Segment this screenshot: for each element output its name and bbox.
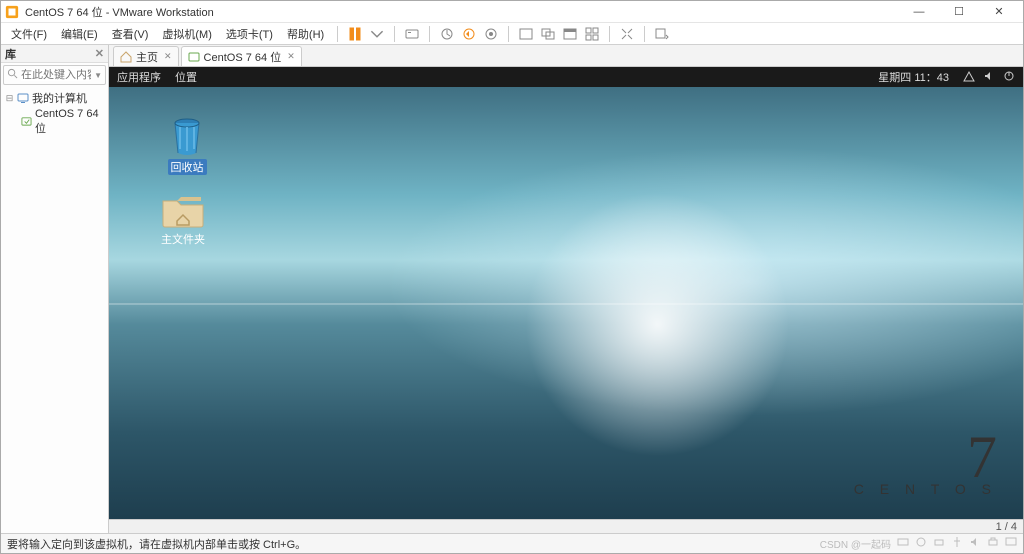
tab-vm-label: CentOS 7 64 位	[204, 49, 282, 65]
status-hint: 要将输入定向到该虚拟机，请在虚拟机内部单击或按 Ctrl+G。	[7, 536, 306, 552]
snapshot-button[interactable]	[437, 24, 457, 44]
desktop-trash[interactable]: 回收站	[155, 117, 219, 175]
volume-icon[interactable]	[983, 70, 995, 85]
bottom-scrollbar[interactable]: 1 / 4	[109, 519, 1023, 533]
sidebar-search[interactable]: ▼	[3, 65, 106, 85]
tree-child-label: CentOS 7 64 位	[35, 108, 106, 136]
watermark: CSDN @一起码	[820, 536, 891, 551]
main-area: 主页 ✕ CentOS 7 64 位 ✕ 应用程序 位置 星期四 11：43	[109, 45, 1023, 533]
status-bar: 要将输入定向到该虚拟机，请在虚拟机内部单击或按 Ctrl+G。 CSDN @一起…	[1, 533, 1023, 553]
vm-tab-icon	[188, 51, 200, 63]
library-dropdown-button[interactable]	[652, 24, 672, 44]
search-dropdown-icon[interactable]: ▼	[94, 71, 102, 80]
fullscreen-button[interactable]	[516, 24, 536, 44]
power-dropdown[interactable]	[367, 24, 387, 44]
centos-branding: 7 C E N T O S	[854, 433, 997, 497]
status-net-icon[interactable]	[933, 536, 945, 551]
sidebar-title: 库	[5, 46, 16, 62]
status-sound-icon[interactable]	[969, 536, 981, 551]
stretch-button[interactable]	[617, 24, 637, 44]
library-sidebar: 库 ✕ ▼ ⊟ 我的计算机 CentOS 7 64 位	[1, 45, 109, 533]
trash-icon	[170, 117, 204, 157]
minimize-button[interactable]: ―	[899, 2, 939, 22]
sidebar-header: 库 ✕	[1, 45, 108, 63]
home-folder-label: 主文件夹	[161, 231, 205, 247]
tab-vm[interactable]: CentOS 7 64 位 ✕	[181, 46, 302, 66]
menu-view[interactable]: 查看(V)	[106, 24, 155, 44]
snapshot-revert-button[interactable]	[459, 24, 479, 44]
status-cd-icon[interactable]	[915, 536, 927, 551]
menu-help[interactable]: 帮助(H)	[281, 24, 330, 44]
vmware-window: CentOS 7 64 位 - VMware Workstation ― ☐ ✕…	[0, 0, 1024, 554]
brand-number: 7	[854, 433, 997, 481]
gnome-top-bar: 应用程序 位置 星期四 11：43	[109, 67, 1023, 87]
page-indicator: 1 / 4	[996, 521, 1017, 533]
status-printer-icon[interactable]	[987, 536, 999, 551]
body: 库 ✕ ▼ ⊟ 我的计算机 CentOS 7 64 位 主页 ✕ CentOS …	[1, 45, 1023, 533]
power-icon[interactable]	[1003, 70, 1015, 85]
status-usb-icon[interactable]	[951, 536, 963, 551]
tree-collapse-icon[interactable]: ⊟	[5, 93, 14, 104]
title-bar: CentOS 7 64 位 - VMware Workstation ― ☐ ✕	[1, 1, 1023, 23]
console-view-button[interactable]	[560, 24, 580, 44]
vm-icon	[21, 116, 32, 128]
tree-root-label: 我的计算机	[32, 90, 87, 106]
status-display-icon[interactable]	[1005, 536, 1017, 551]
desktop-home-folder[interactable]: 主文件夹	[151, 193, 215, 247]
vm-console[interactable]: 应用程序 位置 星期四 11：43 回收站	[109, 67, 1023, 519]
vmware-icon	[5, 5, 19, 19]
tab-vm-close-icon[interactable]: ✕	[287, 51, 295, 62]
snapshot-manager-button[interactable]	[481, 24, 501, 44]
status-device-icons: CSDN @一起码	[820, 536, 1017, 551]
search-icon	[7, 68, 18, 82]
tree-my-computer[interactable]: ⊟ 我的计算机	[3, 89, 106, 107]
trash-label: 回收站	[168, 159, 207, 175]
menu-tabs[interactable]: 选项卡(T)	[220, 24, 279, 44]
send-ctrl-alt-del-button[interactable]	[402, 24, 422, 44]
menu-bar: 文件(F) 编辑(E) 查看(V) 虚拟机(M) 选项卡(T) 帮助(H)	[1, 23, 1023, 45]
pause-button[interactable]	[345, 24, 365, 44]
menu-edit[interactable]: 编辑(E)	[55, 24, 104, 44]
tree-vm-centos[interactable]: CentOS 7 64 位	[3, 107, 106, 137]
search-input[interactable]	[21, 69, 91, 81]
computer-icon	[17, 92, 29, 104]
gnome-tray	[963, 70, 1015, 85]
centos-desktop[interactable]: 回收站 主文件夹 7 C E N T O S	[109, 87, 1023, 519]
brand-word: C E N T O S	[854, 481, 997, 497]
library-tree: ⊟ 我的计算机 CentOS 7 64 位	[1, 87, 108, 533]
menu-file[interactable]: 文件(F)	[5, 24, 53, 44]
gnome-places[interactable]: 位置	[175, 69, 197, 85]
home-icon	[120, 51, 132, 63]
tab-home-close-icon[interactable]: ✕	[164, 51, 172, 62]
sidebar-close-icon[interactable]: ✕	[95, 47, 104, 60]
status-hdd-icon[interactable]	[897, 536, 909, 551]
network-icon[interactable]	[963, 70, 975, 85]
folder-icon	[161, 193, 205, 229]
window-title: CentOS 7 64 位 - VMware Workstation	[25, 4, 214, 20]
gnome-clock[interactable]: 星期四 11：43	[878, 69, 949, 85]
tab-home[interactable]: 主页 ✕	[113, 46, 179, 66]
menu-vm[interactable]: 虚拟机(M)	[156, 24, 218, 44]
close-button[interactable]: ✕	[979, 2, 1019, 22]
tab-strip: 主页 ✕ CentOS 7 64 位 ✕	[109, 45, 1023, 67]
tab-home-label: 主页	[136, 49, 158, 65]
maximize-button[interactable]: ☐	[939, 2, 979, 22]
gnome-applications[interactable]: 应用程序	[117, 69, 161, 85]
thumbnail-button[interactable]	[582, 24, 602, 44]
unity-button[interactable]	[538, 24, 558, 44]
